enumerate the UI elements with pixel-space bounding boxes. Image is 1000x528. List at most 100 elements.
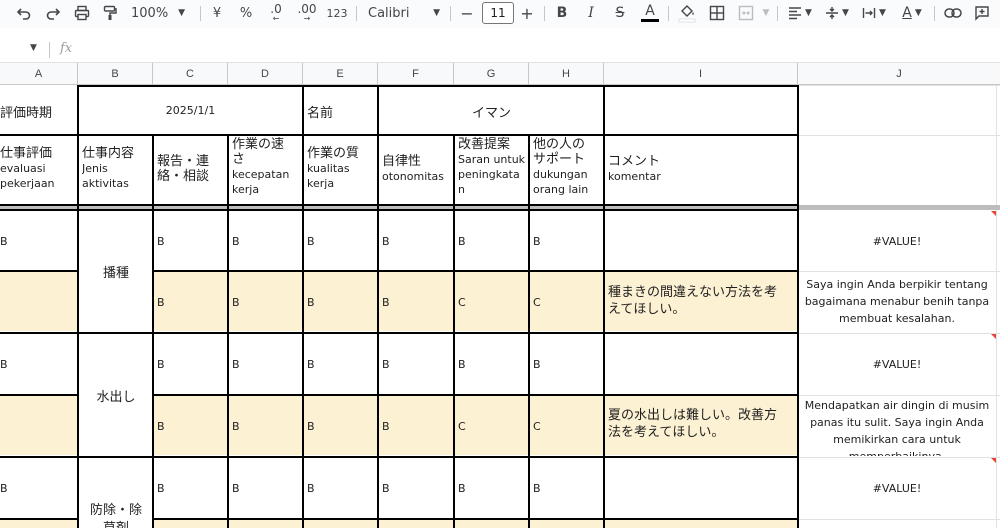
rating-cell[interactable]: B xyxy=(157,397,227,455)
rating-cell[interactable]: B xyxy=(458,459,528,517)
rating-cell[interactable]: B xyxy=(157,459,227,517)
header-cell-autonomy[interactable]: 自律性 otonomitas xyxy=(382,154,454,184)
column-header-j[interactable]: J xyxy=(798,63,1000,85)
rating-cell[interactable]: B xyxy=(232,397,302,455)
vertical-align-button[interactable]: ▼ xyxy=(823,2,851,24)
rating-cell[interactable]: B xyxy=(157,273,227,331)
strikethrough-button[interactable]: S xyxy=(611,2,629,24)
rating-cell[interactable] xyxy=(0,273,76,331)
decrease-font-size-button[interactable]: − xyxy=(458,2,476,24)
task-name-cell[interactable]: 水出し xyxy=(79,334,153,456)
currency-format-button[interactable]: ¥ xyxy=(208,2,226,24)
column-header-a[interactable]: A xyxy=(0,63,78,85)
name-label[interactable]: 名前 xyxy=(307,102,377,121)
rating-cell[interactable] xyxy=(0,397,76,455)
undo-button[interactable] xyxy=(14,2,34,24)
rating-cell[interactable]: B xyxy=(157,213,227,269)
comment-cell[interactable]: 種まきの間違えない方法を考 えてほしい。 xyxy=(608,284,796,318)
column-header-g[interactable]: G xyxy=(454,63,529,85)
formula-input[interactable] xyxy=(84,38,994,60)
translation-cell[interactable]: Mendapatkan air dingin di musim panas it… xyxy=(799,397,995,456)
rating-cell[interactable]: B xyxy=(382,335,452,393)
comment-cell[interactable] xyxy=(605,213,797,269)
header-cell-speed[interactable]: 作業の速 さ kecepatan kerja xyxy=(232,137,302,197)
rating-cell[interactable]: B xyxy=(307,273,377,331)
chevron-down-icon[interactable]: ▼ xyxy=(30,43,37,53)
rating-cell[interactable]: C xyxy=(458,273,528,331)
rating-cell[interactable]: B xyxy=(382,213,452,269)
text-color-button[interactable]: A xyxy=(639,2,661,24)
text-wrapping-button[interactable]: ▼ xyxy=(860,2,888,24)
column-header-h[interactable]: H xyxy=(529,63,604,85)
rating-cell[interactable]: B xyxy=(232,335,302,393)
text-rotation-button[interactable]: A ▼ xyxy=(897,2,927,24)
column-header-d[interactable]: D xyxy=(228,63,303,85)
task-name-cell[interactable]: 草剤 xyxy=(79,517,153,528)
translation-cell[interactable]: #VALUE! xyxy=(799,458,995,518)
comment-cell[interactable] xyxy=(605,335,797,393)
rating-cell[interactable]: B xyxy=(307,459,377,517)
fill-color-button[interactable] xyxy=(677,2,697,24)
rating-cell[interactable]: B xyxy=(0,213,76,269)
column-header-f[interactable]: F xyxy=(378,63,454,85)
rating-cell[interactable]: B xyxy=(157,335,227,393)
rating-cell[interactable]: B xyxy=(458,335,528,393)
rating-cell[interactable]: B xyxy=(533,459,603,517)
comment-marker-icon[interactable] xyxy=(991,211,996,216)
employee-name[interactable]: イマン xyxy=(379,102,604,121)
insert-link-button[interactable] xyxy=(943,2,963,24)
rating-cell[interactable]: B xyxy=(0,459,76,517)
paint-format-button[interactable] xyxy=(100,2,120,24)
rating-cell[interactable]: B xyxy=(307,213,377,269)
header-cell-evaluation[interactable]: 仕事評価 evaluasi pekerjaan xyxy=(0,146,76,191)
comment-cell[interactable]: 夏の水出しは難しい。改善方 法を考えてほしい。 xyxy=(608,407,796,441)
name-box[interactable] xyxy=(0,36,48,62)
horizontal-align-button[interactable]: ▼ xyxy=(786,2,814,24)
translation-cell[interactable]: #VALUE! xyxy=(799,211,995,271)
column-header-c[interactable]: C xyxy=(153,63,228,85)
more-formats-button[interactable]: 123 xyxy=(326,2,348,24)
rating-cell[interactable]: B xyxy=(232,213,302,269)
task-name-cell[interactable]: 防除・除 xyxy=(79,499,153,518)
comment-cell[interactable] xyxy=(605,459,797,517)
translation-cell[interactable]: #VALUE! xyxy=(799,334,995,394)
borders-button[interactable] xyxy=(707,2,727,24)
rating-cell[interactable]: B xyxy=(0,335,76,393)
redo-button[interactable] xyxy=(43,2,63,24)
italic-button[interactable]: I xyxy=(582,2,600,24)
merge-options-dropdown[interactable]: ▼ xyxy=(761,2,771,24)
merge-cells-button[interactable] xyxy=(736,2,756,24)
rating-cell[interactable]: B xyxy=(382,273,452,331)
column-header-b[interactable]: B xyxy=(78,63,153,85)
decrease-decimal-button[interactable]: .0 ← xyxy=(264,2,288,24)
rating-cell[interactable]: C xyxy=(458,397,528,455)
rating-cell[interactable]: C xyxy=(533,397,603,455)
rating-cell[interactable]: C xyxy=(533,273,603,331)
header-cell-quality[interactable]: 作業の質 kualitas kerja xyxy=(307,146,377,191)
rating-cell[interactable]: B xyxy=(458,213,528,269)
evaluation-period-label[interactable]: 評価時期 xyxy=(0,102,76,121)
translation-cell[interactable]: Saya ingin Anda berpikir tentang bagaima… xyxy=(799,276,995,327)
rating-cell[interactable]: B xyxy=(307,335,377,393)
rating-cell[interactable]: B xyxy=(382,397,452,455)
rating-cell[interactable]: B xyxy=(232,273,302,331)
percent-format-button[interactable]: % xyxy=(237,2,255,24)
comment-marker-icon[interactable] xyxy=(991,334,996,339)
print-button[interactable] xyxy=(72,2,92,24)
bold-button[interactable]: B xyxy=(553,2,571,24)
increase-font-size-button[interactable]: + xyxy=(518,2,536,24)
header-cell-improvement[interactable]: 改善提案 Saran untuk peningkata n xyxy=(458,137,528,197)
increase-decimal-button[interactable]: .00 → xyxy=(295,2,319,24)
rating-cell[interactable]: B xyxy=(533,213,603,269)
header-cell-support[interactable]: 他の人の サポート dukungan orang lain xyxy=(533,137,603,197)
comment-marker-icon[interactable] xyxy=(991,458,996,463)
rating-cell[interactable]: B xyxy=(307,397,377,455)
task-name-cell[interactable]: 播種 xyxy=(79,211,153,332)
font-size-input[interactable]: 11 xyxy=(482,2,514,24)
column-header-e[interactable]: E xyxy=(303,63,378,85)
rating-cell[interactable]: B xyxy=(232,459,302,517)
rating-cell[interactable]: B xyxy=(382,459,452,517)
zoom-select[interactable]: 100% ▼ xyxy=(131,2,191,24)
header-cell-task[interactable]: 仕事内容 Jenis aktivitas xyxy=(82,146,152,191)
rating-cell[interactable]: B xyxy=(533,335,603,393)
